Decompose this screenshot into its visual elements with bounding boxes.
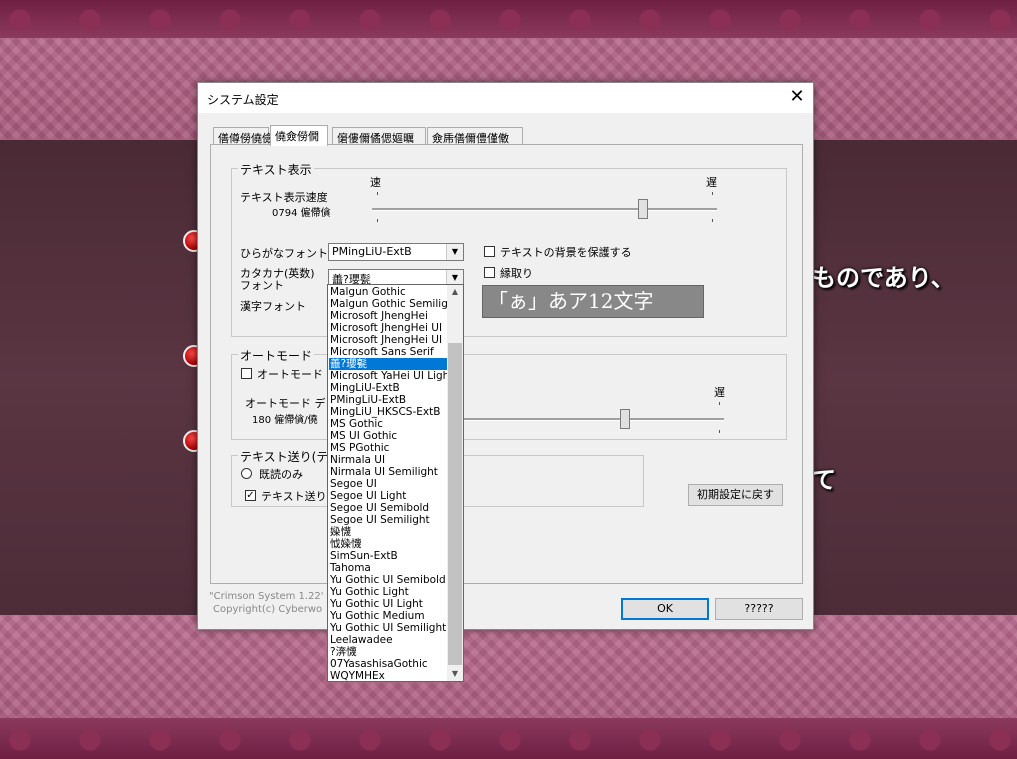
slider-tick — [377, 219, 378, 222]
font-list-item[interactable]: 07YasashisaGothic — [329, 658, 448, 670]
text-speed-value: 0794 僱僀僋 — [272, 208, 331, 219]
font-list-item[interactable]: Yu Gothic Light — [329, 586, 448, 598]
auto-wait-slider-thumb[interactable] — [620, 409, 630, 429]
slider-tick — [712, 192, 713, 195]
font-list-item[interactable]: Microsoft Sans Serif — [329, 346, 448, 358]
slider-tick — [719, 430, 720, 433]
auto-mode-checkbox-label: オートモード O — [257, 368, 336, 381]
scroll-down-icon[interactable]: ▼ — [447, 667, 463, 681]
font-list-item[interactable]: Nirmala UI — [329, 454, 448, 466]
text-speed-label: テキスト表示速度 — [240, 191, 328, 204]
bg-protect-label: テキストの背景を保護する — [500, 246, 632, 259]
bg-protect-checkbox[interactable] — [484, 246, 495, 257]
font-list-item[interactable]: Segoe UI Semilight — [329, 514, 448, 526]
read-only-label: 既読のみ — [259, 468, 303, 481]
scrollbar-thumb[interactable] — [448, 343, 462, 665]
font-list-item[interactable]: MS PGothic — [329, 442, 448, 454]
font-list-item[interactable]: WQYMHEx — [329, 670, 448, 682]
hiragana-font-select[interactable]: PMingLiU-ExtB ▼ — [328, 243, 464, 261]
font-list-item[interactable]: Yu Gothic UI Light — [329, 598, 448, 610]
ok-button[interactable]: OK — [621, 598, 709, 620]
text-display-group-label: テキスト表示 — [238, 161, 314, 178]
auto-wait-slider-track[interactable] — [462, 418, 724, 421]
font-list-item[interactable]: MingLiU_HKSCS-ExtB — [329, 406, 448, 418]
slider-tick — [712, 219, 713, 222]
cancel-button[interactable]: ????? — [715, 598, 803, 620]
border-label: 縁取り — [500, 267, 533, 280]
copyright-text: Copyright(c) Cyberwo — [213, 604, 323, 615]
check-icon: ✓ — [246, 490, 255, 501]
game-border-bottom — [0, 718, 1017, 759]
dropdown-scrollbar[interactable]: ▲ ▼ — [447, 285, 463, 681]
auto-wait-label: オートモード デ — [245, 397, 326, 410]
katakana-font-label-2: フォント — [240, 279, 284, 292]
dialog-title: システム設定 — [207, 93, 279, 107]
tab-sound[interactable]: 僒僂儞僪偲嫗曞 — [332, 127, 426, 145]
auto-wait-value: 180 僱僀僋/僥 — [252, 415, 318, 426]
font-list-item[interactable]: MS UI Gothic — [329, 430, 448, 442]
font-list-item[interactable]: 怴媣懱 — [329, 538, 448, 550]
auto-mode-group-label: オートモード — [238, 347, 315, 364]
system-settings-dialog: システム設定 ✕ 僐僔僗僥儉 僥僉僗僩 僒僂儞僪偲嫗曞 僉乕僐儞僼僅僌 テキスト… — [197, 82, 814, 630]
font-list-item[interactable]: Malgun Gothic Semiligh — [329, 298, 448, 310]
hiragana-font-value: PMingLiU-ExtB — [332, 245, 412, 258]
kanji-font-label: 漢字フォント — [240, 300, 306, 313]
font-list-item[interactable]: Yu Gothic UI Semibold — [329, 574, 448, 586]
text-send-checkbox[interactable]: ✓ — [245, 490, 256, 501]
game-border-top — [0, 0, 1017, 38]
close-button[interactable]: ✕ — [781, 83, 813, 113]
font-list-item[interactable]: Microsoft JhengHei UI — [329, 334, 448, 346]
font-list-item[interactable]: 媣懱 — [329, 526, 448, 538]
dialog-titlebar[interactable]: システム設定 ✕ — [198, 83, 813, 113]
tab-panel-text: テキスト表示 テキスト表示速度 0794 僱僀僋 速 遅 ひらがなフォント PM… — [210, 144, 803, 584]
tab-text[interactable]: 僥僉僗僩 — [270, 125, 328, 146]
auto-mode-checkbox[interactable] — [241, 368, 252, 379]
font-list-item[interactable]: MS Gothic — [329, 418, 448, 430]
tab-system[interactable]: 僐僔僗僥儉 — [213, 127, 273, 145]
font-list-item[interactable]: Tahoma — [329, 562, 448, 574]
version-text: "Crimson System 1.22' — [209, 591, 324, 602]
read-only-radio[interactable] — [241, 468, 252, 479]
auto-slow-label: 遅 — [714, 386, 725, 399]
font-list-item[interactable]: Segoe UI Semibold — [329, 502, 448, 514]
scroll-up-icon[interactable]: ▲ — [447, 285, 463, 299]
font-list-item[interactable]: Segoe UI Light — [329, 490, 448, 502]
font-list-item[interactable]: Nirmala UI Semilight — [329, 466, 448, 478]
font-list-item[interactable]: Yu Gothic UI Semilight — [329, 622, 448, 634]
font-dropdown-list[interactable]: Malgun Gothic Malgun Gothic Semiligh Micro… — [327, 284, 464, 682]
font-list-item[interactable]: Segoe UI — [329, 478, 448, 490]
font-list-item[interactable]: Malgun Gothic — [329, 286, 448, 298]
font-list-item[interactable]: MingLiU-ExtB — [329, 382, 448, 394]
font-list-item[interactable]: Leelawadee — [329, 634, 448, 646]
font-list-item[interactable]: ?渀懱 — [329, 646, 448, 658]
font-list-item[interactable]: SimSun-ExtB — [329, 550, 448, 562]
hiragana-font-label: ひらがなフォント — [240, 247, 328, 260]
font-list-item[interactable]: Microsoft JhengHei — [329, 310, 448, 322]
text-speed-slider-thumb[interactable] — [638, 199, 648, 219]
font-list-item[interactable]: PMingLiU-ExtB — [329, 394, 448, 406]
slider-tick — [377, 192, 378, 195]
speed-fast-label: 速 — [370, 176, 381, 189]
close-icon: ✕ — [789, 86, 805, 107]
chevron-down-icon[interactable]: ▼ — [446, 244, 463, 260]
font-preview: 「ぁ」あア12文字 — [482, 285, 704, 318]
speed-slow-label: 遅 — [706, 176, 717, 189]
font-list-item[interactable]: Microsoft JhengHei UI — [329, 322, 448, 334]
font-list-item[interactable]: Microsoft YaHei UI Ligh — [329, 370, 448, 382]
slider-tick — [719, 402, 720, 405]
text-speed-slider-track[interactable] — [372, 208, 717, 211]
font-list-item[interactable]: Yu Gothic Medium — [329, 610, 448, 622]
auto-mode-group: オートモード オートモード O オートモード デ 180 僱僀僋/僥 遅 — [231, 347, 787, 440]
game-text-line-1: ものであり、 — [812, 263, 955, 292]
reset-defaults-button[interactable]: 初期設定に戻す — [688, 484, 783, 506]
font-list-item[interactable]: 譱?瓔甏 — [329, 358, 448, 370]
tab-key-config[interactable]: 僉乕僐儞僼僅僌 — [427, 127, 523, 145]
border-checkbox[interactable] — [484, 267, 495, 278]
game-text-line-2: て — [812, 465, 836, 494]
